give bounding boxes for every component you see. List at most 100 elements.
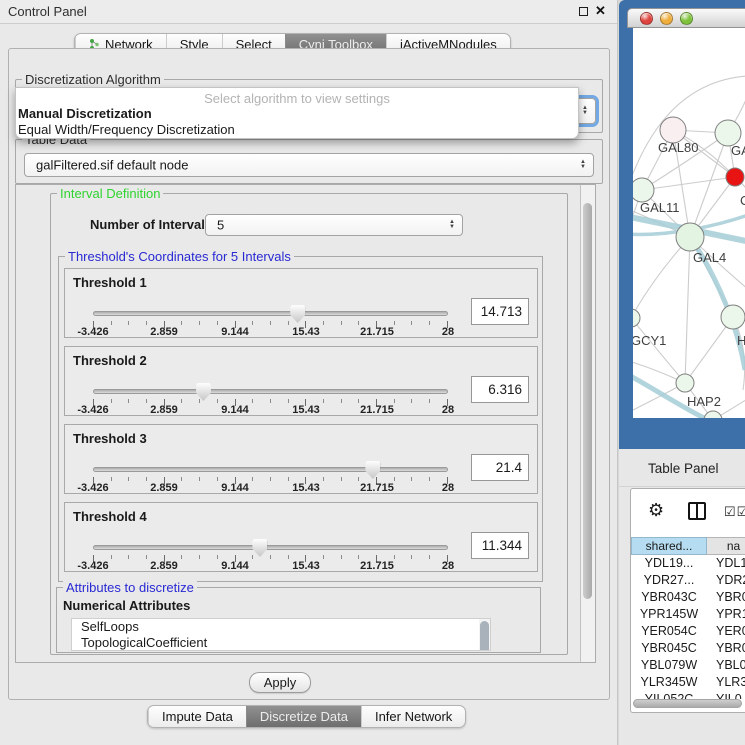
network-node-label: GCY1 (633, 333, 666, 348)
combo-value: galFiltered.sif default node (36, 158, 188, 173)
table-panel-section: Table Panel ⚙ ☑☑ shared... na YDL19... Y… (619, 449, 745, 745)
table-data-group: Table Data galFiltered.sif default node (15, 139, 603, 184)
network-graph: GAL80GACGAL11GAL4GCY1HHAP2 (633, 28, 745, 418)
column-header[interactable]: shared... (631, 537, 707, 555)
threshold-slider[interactable] (93, 389, 448, 394)
mac-minimize-button[interactable] (660, 12, 673, 25)
table-row[interactable]: YBR043C YBR0 (631, 589, 745, 606)
tick-label: 2.859 (150, 482, 178, 494)
tick-label: 15.43 (292, 326, 320, 338)
checkbox-icons[interactable]: ☑☑ (724, 504, 745, 520)
tick-label: 28 (442, 560, 454, 572)
interval-definition-group: Interval Definition Number of Intervals … (50, 193, 568, 655)
network-node[interactable] (633, 309, 640, 327)
split-pane-icon[interactable] (688, 502, 706, 520)
table-row[interactable]: YDL19... YDL1 (631, 555, 745, 572)
list-item[interactable]: TopologicalCoefficient (72, 635, 490, 651)
tab[interactable]: Infer Network (361, 706, 465, 727)
threshold-slider[interactable] (93, 311, 448, 316)
table-row[interactable]: YIL052C YIL0 (631, 691, 745, 699)
list-scrollbar[interactable] (479, 619, 490, 650)
table-header-row: shared... na (631, 537, 745, 555)
combo-value: 5 (217, 218, 224, 233)
network-node-label: GA (731, 143, 745, 158)
network-node-label: H (737, 333, 745, 348)
gear-icon[interactable]: ⚙ (648, 500, 664, 521)
tick-label: 21.715 (360, 326, 394, 338)
tick-label: 21.715 (360, 404, 394, 416)
tick-label: 21.715 (360, 560, 394, 572)
group-title: Discretization Algorithm (22, 72, 164, 87)
network-node[interactable] (721, 305, 745, 329)
thresholds-group: Threshold's Coordinates for 5 Intervals … (58, 256, 543, 582)
network-edge (685, 237, 690, 383)
threshold-label: Threshold 4 (73, 509, 147, 524)
threshold-label: Threshold 2 (73, 353, 147, 368)
network-node[interactable] (726, 168, 744, 186)
dropdown-option[interactable]: Manual Discretization (16, 106, 578, 122)
network-node[interactable] (676, 374, 694, 392)
list-item[interactable]: SelfLoops (72, 619, 490, 635)
tick-label: 15.43 (292, 404, 320, 416)
column-header[interactable]: na (707, 537, 745, 555)
screenshot-root: { "window": { "title": "Control Panel", … (0, 0, 745, 745)
attribute-items: SelfLoops TopologicalCoefficient Between… (72, 619, 490, 651)
number-of-intervals-combobox[interactable]: 5 (205, 214, 463, 236)
mac-zoom-button[interactable] (680, 12, 693, 25)
cyni-toolbox-panel: Discretization Algorithm Select algorith… (8, 48, 610, 700)
dropdown-option[interactable]: Equal Width/Frequency Discretization (16, 122, 578, 138)
tab[interactable]: Impute Data (148, 706, 246, 727)
scrollbar-thumb[interactable] (583, 203, 592, 599)
table-row[interactable]: YPR145W YPR1 (631, 606, 745, 623)
threshold-row: Threshold 4 -3.4262.8599.14415.4321.7152… (64, 502, 538, 572)
slider-tick-labels: -3.4262.8599.14415.4321.71528 (93, 560, 448, 572)
tick-label: 2.859 (150, 326, 178, 338)
table-row[interactable]: YDR27... YDR2 (631, 572, 745, 589)
threshold-row: Threshold 1 -3.4262.8599.14415.4321.7152… (64, 268, 538, 338)
float-window-icon[interactable] (579, 7, 588, 16)
table-row[interactable]: YER054C YER0 (631, 623, 745, 640)
threshold-slider[interactable] (93, 467, 448, 472)
network-node[interactable] (676, 223, 704, 251)
network-node[interactable] (633, 178, 654, 202)
divider (619, 486, 745, 487)
tick-label: -3.426 (77, 404, 108, 416)
group-title: Threshold's Coordinates for 5 Intervals (65, 249, 294, 264)
tick-label: 28 (442, 326, 454, 338)
tick-label: 9.144 (221, 326, 249, 338)
tab[interactable]: Discretize Data (246, 706, 361, 727)
numerical-attributes-list[interactable]: SelfLoops TopologicalCoefficient Between… (71, 618, 491, 651)
network-view-window: GAL80GACGAL11GAL4GCY1HHAP2 (619, 0, 745, 449)
dropdown-options: Manual Discretization Equal Width/Freque… (16, 106, 578, 138)
group-title: Interval Definition (57, 186, 163, 201)
dropdown-placeholder: Select algorithm to view settings (16, 91, 578, 106)
table-row[interactable]: YBL079W YBL0 (631, 657, 745, 674)
table-row[interactable]: YLR345W YLR3 (631, 674, 745, 691)
combo-spinner-icon (448, 220, 456, 230)
network-window-titlebar[interactable] (627, 8, 745, 28)
threshold-value-field[interactable]: 6.316 (471, 376, 529, 403)
control-panel: Control Panel ✕ Network Style Select Cyn… (0, 0, 618, 745)
network-edge (633, 237, 690, 318)
threshold-value-field[interactable]: 21.4 (471, 454, 529, 481)
table-rows: YDL19... YDL1 YDR27... YDR2 YBR043C YBR0… (631, 555, 745, 699)
mac-close-button[interactable] (640, 12, 653, 25)
vertical-scrollbar[interactable] (580, 185, 595, 662)
panel-title: Control Panel (8, 4, 87, 19)
table-row[interactable]: YBR045C YBR0 (631, 640, 745, 657)
numerical-attributes-label: Numerical Attributes (63, 598, 190, 613)
threshold-label: Threshold 1 (73, 275, 147, 290)
horizontal-scrollbar[interactable] (633, 699, 742, 708)
threshold-label: Threshold 3 (73, 431, 147, 446)
table-data-combobox[interactable]: galFiltered.sif default node (24, 153, 594, 177)
attributes-to-discretize-group: Attributes to discretize Numerical Attri… (56, 587, 541, 653)
tick-label: 2.859 (150, 404, 178, 416)
network-edge (633, 318, 685, 383)
apply-button[interactable]: Apply (249, 672, 311, 693)
threshold-slider[interactable] (93, 545, 448, 550)
network-canvas[interactable]: GAL80GACGAL11GAL4GCY1HHAP2 (633, 28, 745, 418)
threshold-value-field[interactable]: 14.713 (471, 298, 529, 325)
scrollbar-thumb[interactable] (480, 621, 489, 651)
threshold-value-field[interactable]: 11.344 (471, 532, 529, 559)
close-icon[interactable]: ✕ (595, 3, 606, 19)
